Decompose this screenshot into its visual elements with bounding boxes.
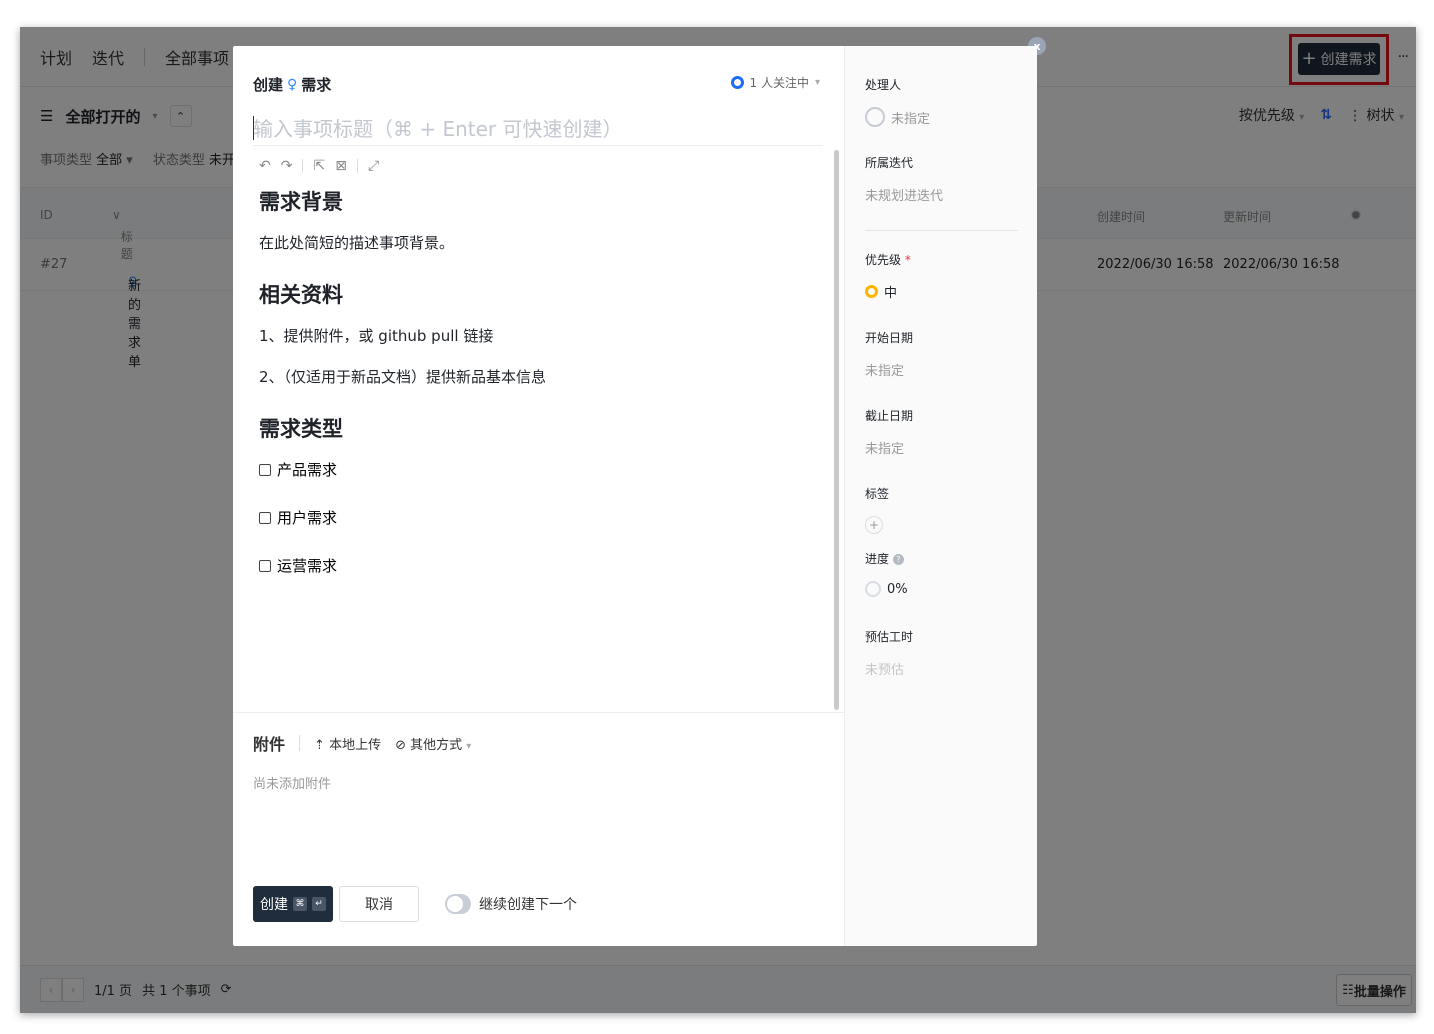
text-cursor: [253, 116, 254, 140]
checkbox-icon[interactable]: [259, 559, 271, 572]
modal-sidebar: 处理人 未指定 所属迭代 未规划进迭代 优先级 * 中 开始日期 未指定 截止日…: [844, 46, 1037, 946]
heading-background: 需求背景: [259, 190, 343, 214]
progress-field[interactable]: 进度 ? 0%: [865, 550, 908, 597]
other-methods-dropdown[interactable]: ⊘ 其他方式 ▾: [395, 734, 471, 753]
checkbox-ops[interactable]: 运营需求: [259, 555, 819, 576]
cancel-button[interactable]: 取消: [339, 886, 419, 922]
add-tag-icon[interactable]: +: [865, 516, 883, 534]
assignee-field[interactable]: 处理人 未指定: [865, 76, 930, 127]
priority-field[interactable]: 优先级 * 中: [865, 251, 911, 301]
title-input[interactable]: [253, 112, 823, 146]
checkbox-icon[interactable]: [259, 511, 271, 524]
create-requirement-modal: 创建 ♀ 需求 1 人关注中 ▾ ↶ ↷ ⇱ ⊠ ⤢ 需求背景: [233, 46, 1037, 946]
modal-title: 创建 ♀ 需求: [253, 74, 332, 95]
paragraph-materials-2: 2、（仅适用于新品文档）提供新品基本信息: [259, 368, 547, 386]
tags-field: 标签 +: [865, 487, 890, 534]
clear-format-icon[interactable]: ⊠: [335, 158, 347, 174]
attachments-label: 附件: [253, 735, 286, 754]
continue-create-toggle[interactable]: 继续创建下一个: [445, 894, 577, 914]
help-icon[interactable]: ?: [892, 554, 904, 565]
upload-icon: ⇡: [314, 737, 325, 753]
editor-scrollbar[interactable]: [834, 150, 839, 710]
modal-main: 创建 ♀ 需求 1 人关注中 ▾ ↶ ↷ ⇱ ⊠ ⤢ 需求背景: [233, 46, 844, 946]
paragraph-background: 在此处简短的描述事项背景。: [259, 234, 455, 252]
redo-icon[interactable]: ↷: [281, 158, 293, 174]
avatar-icon: [865, 107, 885, 127]
editor-toolbar: ↶ ↷ ⇱ ⊠ ⤢: [259, 158, 379, 174]
heading-materials: 相关资料: [259, 283, 343, 307]
modal-footer: 创建 ⌘ ↵ 取消 继续创建下一个: [253, 886, 577, 922]
checkbox-user[interactable]: 用户需求: [259, 507, 819, 528]
create-button[interactable]: 创建 ⌘ ↵: [253, 886, 333, 922]
expand-icon[interactable]: ⤢: [368, 158, 379, 174]
undo-icon[interactable]: ↶: [259, 158, 271, 174]
iteration-field[interactable]: 所属迭代 未规划进迭代: [865, 154, 943, 204]
cmd-key-icon: ⌘: [293, 897, 307, 911]
paragraph-materials-1: 1、提供附件，或 github pull 链接: [259, 327, 494, 345]
estimate-field[interactable]: 预估工时 未预估: [865, 628, 913, 678]
attachments-toolbar: 附件 ⇡ 本地上传 ⊘ 其他方式 ▾: [253, 731, 824, 755]
requirement-type-icon: ♀: [287, 76, 298, 93]
checkbox-icon[interactable]: [259, 463, 271, 476]
description-editor[interactable]: 需求背景 在此处简短的描述事项背景。 相关资料 1、提供附件，或 github …: [259, 186, 819, 603]
enter-key-icon: ↵: [312, 897, 326, 911]
select-icon[interactable]: ⇱: [313, 158, 325, 174]
app-window: 计划 迭代 全部事项 需 + 创建需求 ··· ☰ 全部打开的 ▾ ⌃ 事项类型…: [20, 27, 1416, 1013]
link-icon: ⊘: [395, 737, 406, 753]
toggle-switch[interactable]: [445, 894, 471, 914]
local-upload-button[interactable]: ⇡ 本地上传: [314, 734, 381, 753]
priority-icon: [865, 285, 878, 298]
attachments-empty: 尚未添加附件: [253, 777, 332, 792]
progress-icon: [865, 581, 881, 597]
follow-icon: [730, 76, 744, 89]
checkbox-product[interactable]: 产品需求: [259, 459, 819, 480]
attachments-section: 附件 ⇡ 本地上传 ⊘ 其他方式 ▾ 尚未添加附件: [233, 712, 844, 810]
heading-type: 需求类型: [259, 417, 343, 441]
start-date-field[interactable]: 开始日期 未指定: [865, 329, 913, 379]
followers-dropdown[interactable]: 1 人关注中 ▾: [730, 74, 820, 91]
item-type-selector[interactable]: 需求: [301, 74, 331, 95]
due-date-field[interactable]: 截止日期 未指定: [865, 407, 913, 457]
